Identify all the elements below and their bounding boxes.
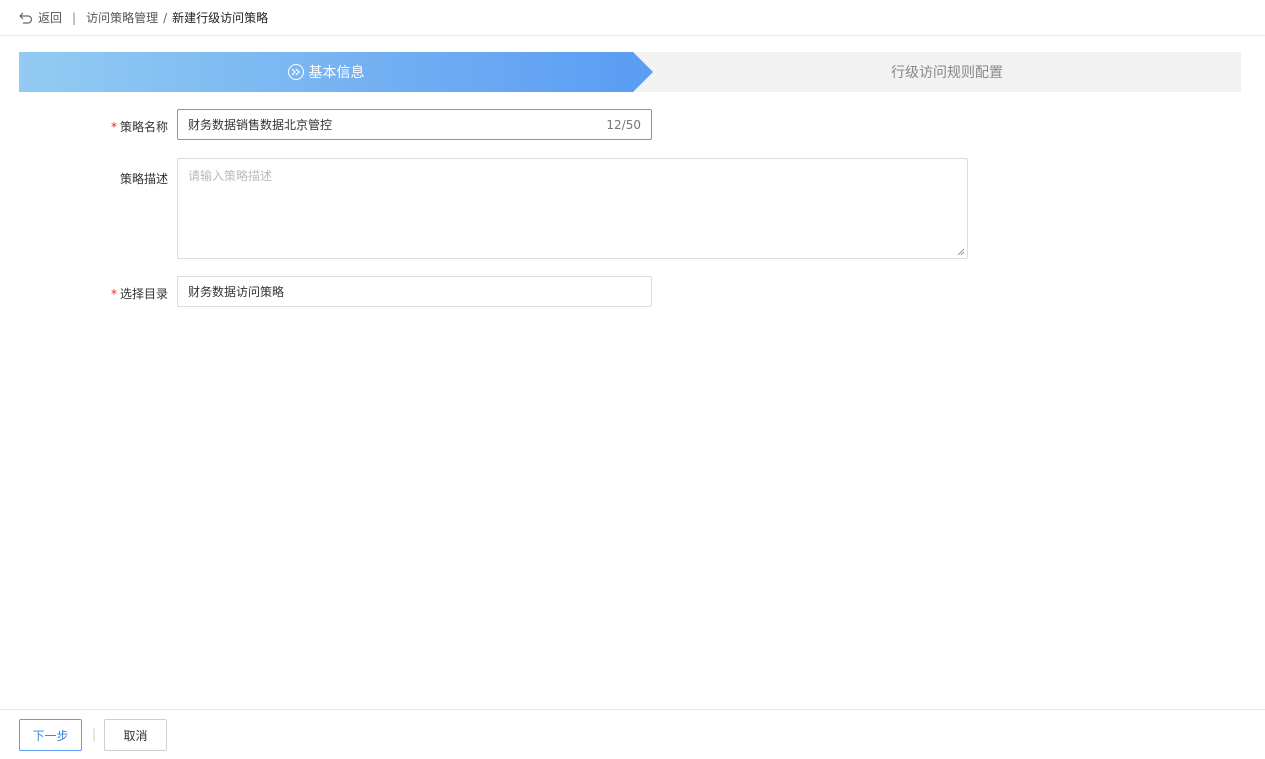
undo-arrow-icon	[19, 12, 33, 24]
step-basic-info-label: 基本信息	[308, 65, 365, 81]
footer-separator: |	[92, 727, 97, 741]
steps-bar: 基本信息 行级访问规则配置	[19, 52, 1241, 92]
back-label: 返回	[38, 11, 63, 25]
directory-row: * 选择目录 财务数据访问策略	[0, 276, 1265, 307]
policy-name-label-text: 策略名称	[119, 120, 168, 134]
breadcrumb-parent[interactable]: 访问策略管理	[86, 9, 158, 26]
step-row-rules-label: 行级访问规则配置	[891, 65, 1003, 81]
directory-label: * 选择目录	[0, 285, 168, 302]
policy-name-row: * 策略名称 财务数据销售数据北京管控 12/50	[0, 109, 1265, 140]
required-mark: *	[110, 287, 117, 301]
top-bar: 返回 | 访问策略管理 / 新建行级访问策略	[0, 0, 1265, 36]
directory-select[interactable]: 财务数据访问策略	[177, 276, 652, 307]
directory-value: 财务数据访问策略	[188, 285, 285, 299]
policy-desc-label: 策略描述	[119, 172, 168, 186]
header-separator: |	[72, 10, 77, 25]
double-chevron-right-icon	[287, 64, 304, 80]
policy-desc-placeholder: 请输入策略描述	[188, 169, 273, 183]
footer-bar: 下一步 | 取消	[0, 709, 1265, 759]
next-step-button[interactable]: 下一步	[19, 719, 82, 751]
step-row-rules[interactable]: 行级访问规则配置	[653, 52, 1241, 92]
directory-label-text: 选择目录	[119, 287, 168, 301]
policy-name-value: 财务数据销售数据北京管控	[188, 118, 333, 132]
policy-name-label: * 策略名称	[0, 118, 168, 135]
step-arrow	[633, 52, 653, 92]
breadcrumb-slash: /	[163, 10, 168, 25]
breadcrumb-current: 新建行级访问策略	[172, 11, 269, 25]
step-basic-info[interactable]: 基本信息	[19, 52, 633, 92]
required-mark: *	[110, 120, 117, 134]
back-button[interactable]: 返回	[19, 9, 62, 26]
resize-handle-icon[interactable]	[957, 248, 965, 256]
policy-desc-textarea[interactable]: 请输入策略描述	[177, 158, 968, 259]
policy-name-input[interactable]: 财务数据销售数据北京管控 12/50	[177, 109, 652, 140]
char-count: 12/50	[606, 117, 641, 132]
cancel-button[interactable]: 取消	[104, 719, 167, 751]
